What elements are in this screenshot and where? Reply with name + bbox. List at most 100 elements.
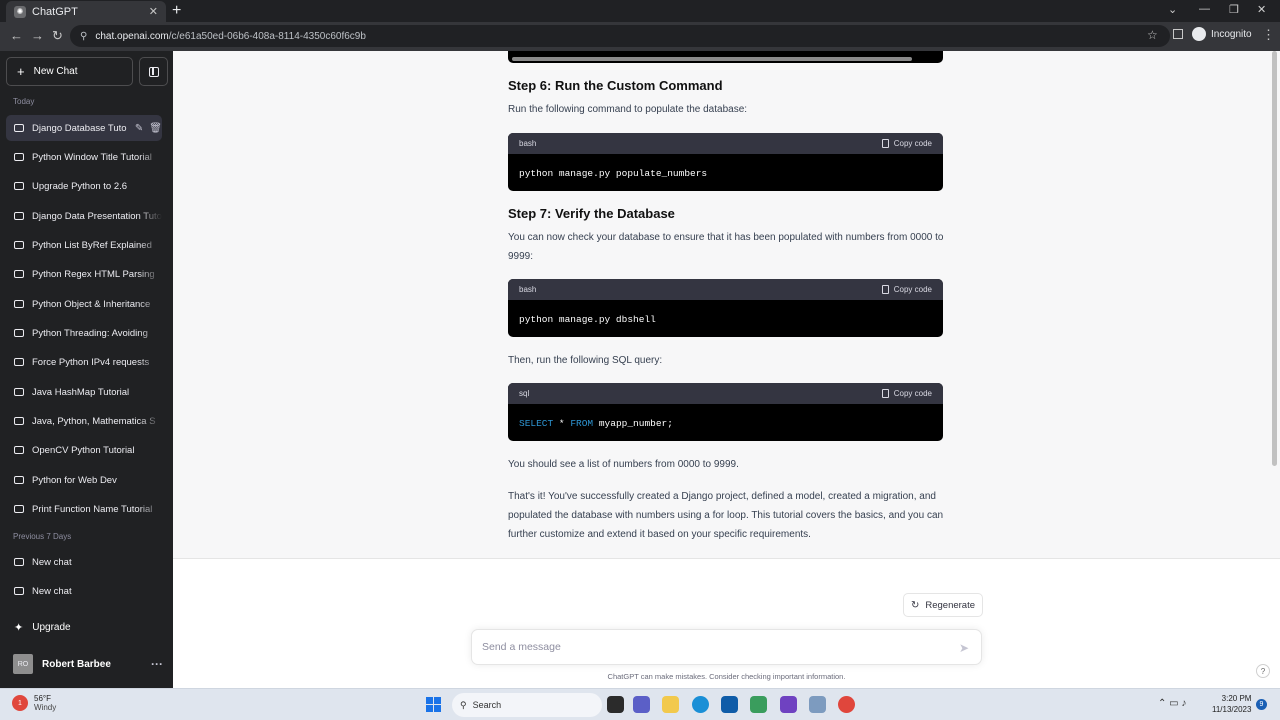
chat-item-label: Java, Python, Mathematica S xyxy=(32,415,156,427)
chat-item[interactable]: Force Python IPv4 requests xyxy=(6,349,162,375)
scrollbar[interactable] xyxy=(1272,51,1277,466)
close-sidebar-button[interactable] xyxy=(139,57,168,86)
code-content: python manage.py populate_numbers xyxy=(519,168,708,179)
sql-text: * xyxy=(553,418,571,429)
weather-desc: Windy xyxy=(34,703,57,712)
minimize-icon[interactable]: — xyxy=(1199,3,1210,15)
code-block: bash Copy code python manage.py dbshell xyxy=(508,279,943,337)
address-bar[interactable]: ⚲ chat.openai.com /c/e61a50ed-06b6-408a-… xyxy=(70,25,1170,47)
windows-start-icon[interactable] xyxy=(426,697,441,712)
chat-item[interactable]: OpenCV Python Tutorial xyxy=(6,437,162,463)
chat-item[interactable]: New chat xyxy=(6,549,162,575)
time: 3:20 PM xyxy=(1221,694,1252,703)
chatgpt-favicon-icon: ✺ xyxy=(14,5,26,18)
code-language: sql xyxy=(519,389,530,398)
taskbar-search[interactable]: ⚲ Search xyxy=(452,693,602,717)
chat-item[interactable]: Python for Web Dev xyxy=(6,467,162,493)
regenerate-button[interactable]: ↻ Regenerate xyxy=(903,593,983,617)
chat-item[interactable]: Django Database Tuto ✎ 🗑 xyxy=(6,115,162,141)
copy-code-label: Copy code xyxy=(893,389,932,398)
notepad-icon[interactable] xyxy=(750,696,767,713)
chat-app-icon[interactable] xyxy=(633,696,650,713)
main-panel: Step 6: Run the Custom Command Run the f… xyxy=(173,51,1280,688)
copy-code-button[interactable]: Copy code xyxy=(881,389,932,398)
conversation-area: Step 6: Run the Custom Command Run the f… xyxy=(173,51,1280,559)
upgrade-button[interactable]: ✦ Upgrade xyxy=(14,621,71,634)
chat-bubble-icon xyxy=(14,388,24,396)
chat-item-label: Django Data Presentation Tutorial xyxy=(32,210,162,222)
chat-item[interactable]: Django Data Presentation Tutorial xyxy=(6,203,162,229)
new-tab-button[interactable]: + xyxy=(172,2,181,20)
final-text: That's it! You've successfully created a… xyxy=(508,491,944,540)
close-window-icon[interactable]: ✕ xyxy=(1257,3,1266,16)
chat-item-label: Upgrade Python to 2.6 xyxy=(32,180,128,192)
chat-bubble-icon xyxy=(14,476,24,484)
copy-code-button[interactable]: Copy code xyxy=(881,285,932,294)
help-button[interactable]: ? xyxy=(1256,664,1270,678)
file-explorer-icon[interactable] xyxy=(662,696,679,713)
chat-item-label: Print Function Name Tutorial xyxy=(32,503,153,515)
edge-icon[interactable] xyxy=(692,696,709,713)
chat-item[interactable]: Java HashMap Tutorial xyxy=(6,379,162,405)
chat-item[interactable]: Python Window Title Tutorial xyxy=(6,144,162,170)
photos-icon[interactable] xyxy=(809,696,826,713)
new-chat-button[interactable]: + New Chat xyxy=(6,57,133,86)
reload-icon[interactable]: ↻ xyxy=(52,28,63,44)
chat-item-label: OpenCV Python Tutorial xyxy=(32,444,135,456)
copy-code-label: Copy code xyxy=(893,139,932,148)
tab-search-icon[interactable]: ⌄ xyxy=(1168,3,1177,16)
restore-icon[interactable]: ❐ xyxy=(1229,3,1239,16)
browser-tab[interactable]: ✺ ChatGPT ✕ xyxy=(6,1,166,22)
clock[interactable]: 3:20 PM 11/13/2023 xyxy=(1212,693,1251,715)
chat-bubble-icon xyxy=(14,558,24,566)
incognito-label: Incognito xyxy=(1211,28,1252,40)
chat-item[interactable]: Python Object & Inheritance xyxy=(6,291,162,317)
code-block: sql Copy code SELECT * FROM myapp_number… xyxy=(508,383,943,441)
chat-item[interactable]: Upgrade Python to 2.6 xyxy=(6,173,162,199)
chat-bubble-icon xyxy=(14,358,24,366)
clipboard-icon xyxy=(881,389,889,398)
send-icon[interactable]: ➤ xyxy=(959,641,969,655)
side-panel-icon[interactable] xyxy=(1173,29,1183,39)
chat-bubble-icon xyxy=(14,241,24,249)
url-path: /c/e61a50ed-06b6-408a-8114-4350c60f6c9b xyxy=(168,30,366,42)
sql-keyword: SELECT xyxy=(519,418,554,429)
code-language: bash xyxy=(519,285,537,294)
chat-item-label: Java HashMap Tutorial xyxy=(32,386,130,398)
system-tray-icons[interactable]: ⌃ ▭ ♪ xyxy=(1158,698,1186,709)
site-info-icon[interactable]: ⚲ xyxy=(80,31,87,42)
more-options-icon[interactable]: ··· xyxy=(151,657,163,671)
chat-item[interactable]: Print Function Name Tutorial xyxy=(6,496,162,522)
incognito-indicator[interactable]: Incognito xyxy=(1192,27,1252,41)
message-input[interactable]: Send a message ➤ xyxy=(471,629,982,665)
avatar: RO xyxy=(13,654,33,674)
task-view-icon[interactable] xyxy=(607,696,624,713)
code-horizontal-scrollbar[interactable] xyxy=(512,57,912,61)
url-host: chat.openai.com xyxy=(95,30,169,42)
chat-item[interactable]: Java, Python, Mathematica S xyxy=(6,408,162,434)
search-label: Search xyxy=(472,700,502,710)
user-menu[interactable]: RO Robert Barbee ··· xyxy=(13,654,163,674)
message-placeholder: Send a message xyxy=(482,641,561,653)
forward-icon[interactable]: → xyxy=(31,28,44,43)
vs-icon[interactable] xyxy=(780,696,797,713)
back-icon[interactable]: ← xyxy=(10,28,23,43)
bookmark-star-icon[interactable]: ☆ xyxy=(1147,28,1158,42)
chat-bubble-icon xyxy=(14,417,24,425)
delete-icon[interactable]: 🗑 xyxy=(149,123,162,134)
chat-item[interactable]: New chat xyxy=(6,578,162,604)
tab-close-icon[interactable]: ✕ xyxy=(149,5,158,18)
chrome-icon[interactable] xyxy=(838,696,855,713)
chat-item[interactable]: Python List ByRef Explained xyxy=(6,232,162,258)
store-icon[interactable] xyxy=(721,696,738,713)
sparkle-icon: ✦ xyxy=(14,622,24,634)
edit-icon[interactable]: ✎ xyxy=(135,123,143,134)
browser-menu-icon[interactable]: ⋮ xyxy=(1262,27,1275,43)
copy-code-button[interactable]: Copy code xyxy=(881,139,932,148)
chat-item[interactable]: Python Regex HTML Parsing xyxy=(6,261,162,287)
copy-code-label: Copy code xyxy=(893,285,932,294)
chat-item[interactable]: Python Threading: Avoiding xyxy=(6,320,162,346)
chat-bubble-icon xyxy=(14,124,24,132)
notification-badge[interactable]: 9 xyxy=(1256,699,1267,710)
weather-widget[interactable]: 1 56°F Windy xyxy=(12,694,56,712)
